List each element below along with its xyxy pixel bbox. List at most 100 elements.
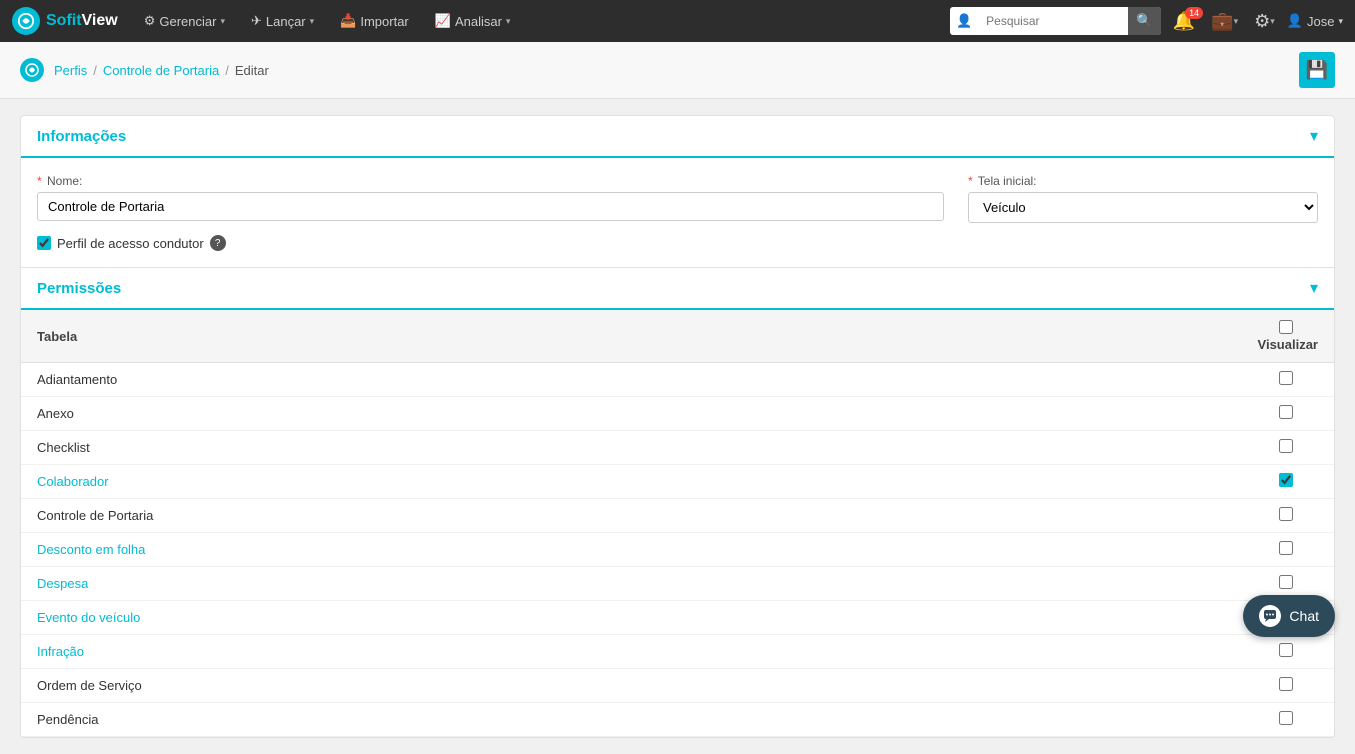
briefcase-icon: 💼 <box>1211 11 1233 32</box>
logo-icon <box>12 7 40 35</box>
briefcase-button[interactable]: 💼 ▾ <box>1207 11 1242 32</box>
save-icon: 💾 <box>1306 60 1328 81</box>
chat-label: Chat <box>1289 608 1319 624</box>
nav-analisar[interactable]: 📈 Analisar ▾ <box>425 0 521 42</box>
perm-row-name: Pendência <box>21 703 1238 737</box>
table-row: Colaborador <box>21 465 1334 499</box>
perm-row-name: Adiantamento <box>21 363 1238 397</box>
perm-visualizar-checkbox[interactable] <box>1279 575 1293 589</box>
chevron-gerenciar-icon: ▾ <box>220 16 225 27</box>
col-visualizar-header: Visualizar <box>1238 310 1334 363</box>
search-icon: 🔍 <box>1136 13 1153 29</box>
chevron-informacoes-icon[interactable]: ▾ <box>1310 126 1318 146</box>
main-content: Informações ▾ * Nome: * Tela inicial: <box>0 99 1355 754</box>
table-row: Checklist <box>21 431 1334 465</box>
nav-lancar[interactable]: ✈ Lançar ▾ <box>241 0 324 42</box>
person-search-icon: 👤 <box>950 13 978 29</box>
perm-visualizar-checkbox[interactable] <box>1279 677 1293 691</box>
tela-group: * Tela inicial: Veículo Dashboard Colabo… <box>968 174 1318 223</box>
topnav-right: 👤 🔍 🔔 14 💼 ▾ ⚙ ▾ 👤 Jose ▾ <box>950 7 1343 35</box>
table-row: Controle de Portaria <box>21 499 1334 533</box>
perm-row-name: Anexo <box>21 397 1238 431</box>
permissoes-title: Permissões <box>37 280 121 297</box>
analyze-nav-icon: 📈 <box>435 13 451 29</box>
tela-label: * Tela inicial: <box>968 174 1318 188</box>
informacoes-title: Informações <box>37 128 126 145</box>
save-button[interactable]: 💾 <box>1299 52 1335 88</box>
breadcrumb-sep-2: / <box>225 63 229 78</box>
network-icon: ⚙ <box>1254 11 1270 32</box>
chevron-user-icon: ▾ <box>1338 16 1343 27</box>
search-input[interactable] <box>978 7 1128 35</box>
form-card: Informações ▾ * Nome: * Tela inicial: <box>20 115 1335 738</box>
chevron-lancar-icon: ▾ <box>310 16 315 27</box>
network-button[interactable]: ⚙ ▾ <box>1250 11 1279 32</box>
chat-bubble-icon <box>1259 605 1281 627</box>
chevron-permissoes-icon[interactable]: ▾ <box>1310 278 1318 298</box>
table-row: Anexo <box>21 397 1334 431</box>
breadcrumb-sep-1: / <box>93 63 97 78</box>
chevron-analisar-icon: ▾ <box>506 16 511 27</box>
perm-visualizar-checkbox[interactable] <box>1279 643 1293 657</box>
launch-nav-icon: ✈ <box>251 13 262 29</box>
visualizar-all-checkbox[interactable] <box>1279 320 1293 334</box>
user-icon: 👤 <box>1287 13 1303 29</box>
top-navigation: Sofit View ⚙ Gerenciar ▾ ✈ Lançar ▾ 📥 Im… <box>0 0 1355 42</box>
perm-row-link[interactable]: Evento do veículo <box>37 610 140 625</box>
perm-visualizar-checkbox[interactable] <box>1279 405 1293 419</box>
perm-visualizar-checkbox[interactable] <box>1279 541 1293 555</box>
breadcrumb-current: Editar <box>235 63 269 78</box>
chevron-briefcase-icon: ▾ <box>1234 16 1239 27</box>
perfil-acesso-checkbox[interactable] <box>37 236 51 250</box>
user-name: Jose <box>1307 14 1334 29</box>
perm-row-link[interactable]: Desconto em folha <box>37 542 145 557</box>
brand-logo[interactable]: Sofit View <box>12 7 118 35</box>
table-row: Ordem de Serviço <box>21 669 1334 703</box>
chat-button[interactable]: Chat <box>1243 595 1335 637</box>
perm-row-name: Checklist <box>21 431 1238 465</box>
table-row: Pendência <box>21 703 1334 737</box>
notifications-badge: 14 <box>1185 7 1203 19</box>
nome-required: * <box>37 174 42 188</box>
user-menu[interactable]: 👤 Jose ▾ <box>1287 13 1343 29</box>
chevron-network-icon: ▾ <box>1270 16 1275 27</box>
table-row: Desconto em folha <box>21 533 1334 567</box>
nav-importar[interactable]: 📥 Importar <box>330 0 419 42</box>
import-nav-icon: 📥 <box>340 13 356 29</box>
breadcrumb-controle-link[interactable]: Controle de Portaria <box>103 63 219 78</box>
table-row: Adiantamento <box>21 363 1334 397</box>
table-row: Infração <box>21 635 1334 669</box>
permissions-table: Tabela Visualizar AdiantamentoAnexoCheck… <box>21 310 1334 737</box>
perm-visualizar-checkbox[interactable] <box>1279 507 1293 521</box>
tela-select[interactable]: Veículo Dashboard Colaborador Adiantamen… <box>968 192 1318 223</box>
nome-group: * Nome: <box>37 174 944 223</box>
nome-label: * Nome: <box>37 174 944 188</box>
logo-view-text: View <box>82 12 118 30</box>
help-icon[interactable]: ? <box>210 235 226 251</box>
perm-visualizar-checkbox[interactable] <box>1279 711 1293 725</box>
perfil-acesso-row: Perfil de acesso condutor ? <box>37 235 1318 251</box>
breadcrumb-bar: Perfis / Controle de Portaria / Editar 💾 <box>0 42 1355 99</box>
form-row-1: * Nome: * Tela inicial: Veículo Dashboar… <box>37 174 1318 223</box>
perm-visualizar-checkbox[interactable] <box>1279 473 1293 487</box>
perfil-acesso-label[interactable]: Perfil de acesso condutor <box>57 236 204 251</box>
perm-row-link[interactable]: Despesa <box>37 576 88 591</box>
informacoes-section-header: Informações ▾ <box>21 116 1334 158</box>
logo-sofit-text: Sofit <box>46 12 82 30</box>
nav-gerenciar[interactable]: ⚙ Gerenciar ▾ <box>134 0 235 42</box>
perm-visualizar-checkbox[interactable] <box>1279 439 1293 453</box>
table-row: Despesa <box>21 567 1334 601</box>
perm-row-link[interactable]: Colaborador <box>37 474 109 489</box>
breadcrumb-icon <box>20 58 44 82</box>
breadcrumb-perfis-link[interactable]: Perfis <box>54 63 87 78</box>
perm-row-name: Controle de Portaria <box>21 499 1238 533</box>
informacoes-body: * Nome: * Tela inicial: Veículo Dashboar… <box>21 158 1334 267</box>
search-wrap: 👤 🔍 <box>950 7 1161 35</box>
nome-input[interactable] <box>37 192 944 221</box>
tela-required: * <box>968 174 973 188</box>
notifications-button[interactable]: 🔔 14 <box>1169 11 1199 32</box>
perm-visualizar-checkbox[interactable] <box>1279 371 1293 385</box>
col-tabela-header: Tabela <box>21 310 1238 363</box>
table-header-row: Tabela Visualizar <box>21 310 1334 363</box>
search-button[interactable]: 🔍 <box>1128 7 1161 35</box>
